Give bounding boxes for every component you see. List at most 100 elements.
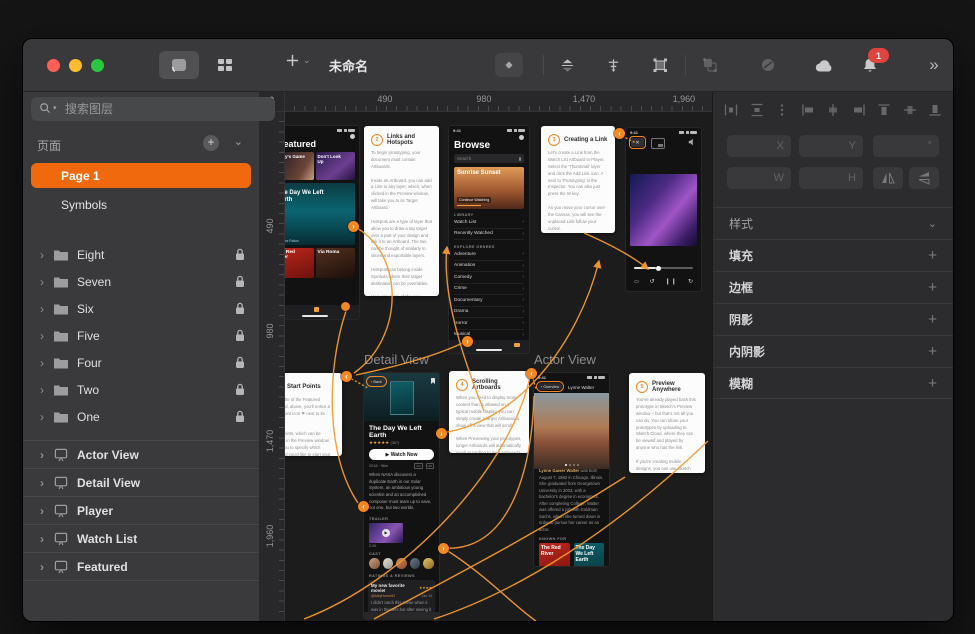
height-field[interactable]: H bbox=[799, 167, 863, 189]
disclosure-chevron-icon[interactable]: › bbox=[35, 560, 49, 574]
disclosure-chevron-icon[interactable]: › bbox=[35, 329, 49, 343]
browse-row-genre[interactable]: Horror› bbox=[454, 318, 524, 330]
browse-row-genre[interactable]: Comedy› bbox=[454, 272, 524, 284]
bookmark-icon[interactable] bbox=[431, 378, 435, 384]
card-preview-anywhere[interactable]: 5 Preview Anywhere You've already played… bbox=[629, 373, 705, 473]
scale-button[interactable] bbox=[647, 53, 673, 77]
more-options-icon[interactable] bbox=[774, 102, 790, 118]
layer-row-folder[interactable]: › Five bbox=[23, 322, 259, 349]
add-shadow-button[interactable]: + bbox=[928, 311, 937, 328]
canvas-view-toggle[interactable] bbox=[159, 51, 199, 79]
disclosure-chevron-icon[interactable]: › bbox=[35, 448, 49, 462]
card-creating-a-link[interactable]: 3 Creating a Link Let's create a Link fr… bbox=[541, 126, 615, 233]
disclosure-chevron-icon[interactable]: › bbox=[35, 248, 49, 262]
pause-icon[interactable]: ❙❙ bbox=[665, 278, 677, 285]
lock-icon[interactable] bbox=[235, 356, 245, 369]
layer-row-folder[interactable]: › Seven bbox=[23, 268, 259, 295]
layer-row-artboard-watch-list[interactable]: › Watch List bbox=[23, 524, 259, 552]
layer-row-folder[interactable]: › Eight bbox=[23, 241, 259, 268]
trailer-thumbnail[interactable]: ▶ bbox=[369, 523, 403, 543]
lock-icon[interactable] bbox=[235, 329, 245, 342]
artboard-actor-view[interactable]: 9:41 ‹ Overview Lynne Walter BIO Lynne G… bbox=[534, 373, 609, 566]
y-position-field[interactable]: Y bbox=[799, 135, 863, 157]
blur-section-header[interactable]: 模糊 + bbox=[713, 367, 953, 399]
insert-button[interactable]: ⌄ bbox=[285, 53, 311, 68]
flow-node[interactable] bbox=[358, 501, 369, 512]
rotation-field[interactable]: ° bbox=[873, 135, 939, 157]
browse-row-recently-watched[interactable]: Recently Watched› bbox=[454, 229, 524, 241]
boolean-union-button[interactable] bbox=[697, 53, 723, 77]
lock-icon[interactable] bbox=[235, 248, 245, 261]
overview-back-button[interactable]: ‹ Overview bbox=[538, 383, 562, 390]
disclosure-chevron-icon[interactable]: › bbox=[35, 356, 49, 370]
borders-section-header[interactable]: 边框 + bbox=[713, 271, 953, 303]
watch-now-button[interactable]: ▶ Watch Now bbox=[369, 449, 434, 460]
flow-node[interactable] bbox=[436, 428, 447, 439]
horizontal-ruler[interactable]: 490 980 1,470 1,960 bbox=[284, 91, 713, 112]
artboard-player[interactable]: 9:41 ✕ ▭ ↺ ❙❙ ↻ bbox=[626, 128, 701, 291]
cast-avatar[interactable] bbox=[423, 558, 434, 569]
symbol-tool-button[interactable] bbox=[495, 53, 523, 77]
cast-row[interactable] bbox=[369, 558, 434, 569]
disclosure-chevron-icon[interactable]: › bbox=[35, 476, 49, 490]
lock-icon[interactable] bbox=[235, 383, 245, 396]
flip-vertical-button[interactable] bbox=[909, 167, 939, 189]
add-fill-button[interactable]: + bbox=[928, 247, 937, 264]
browse-row-genre[interactable]: Crime› bbox=[454, 284, 524, 296]
align-top-icon[interactable] bbox=[876, 102, 892, 118]
disclosure-chevron-icon[interactable]: › bbox=[35, 302, 49, 316]
add-blur-button[interactable]: + bbox=[928, 375, 937, 392]
page-item-page1[interactable]: Page 1 bbox=[31, 163, 251, 188]
browse-row-genre[interactable]: Animation› bbox=[454, 261, 524, 273]
style-section-header[interactable]: 样式 ⌄ bbox=[713, 207, 953, 239]
cast-avatar[interactable] bbox=[369, 558, 380, 569]
flow-node-back[interactable] bbox=[341, 371, 352, 382]
layer-row-artboard-player[interactable]: › Player bbox=[23, 496, 259, 524]
lock-icon[interactable] bbox=[235, 410, 245, 423]
rewind-icon[interactable]: ↺ bbox=[649, 278, 654, 285]
align-right-icon[interactable] bbox=[851, 102, 867, 118]
vertical-ruler[interactable]: 490 980 1,470 1,960 bbox=[259, 111, 285, 621]
known-for-poster-red-river[interactable]: The Red River Thriller bbox=[539, 543, 570, 566]
flip-horizontal-button[interactable] bbox=[873, 167, 903, 189]
flow-node[interactable] bbox=[462, 336, 473, 347]
layer-row-artboard-detail-view[interactable]: › Detail View bbox=[23, 468, 259, 496]
mirror-preview-button[interactable] bbox=[755, 53, 781, 77]
card-start-points[interactable]: 1 Start Points In the title of the Featu… bbox=[284, 373, 342, 456]
browse-row-genre[interactable]: Adventure› bbox=[454, 249, 524, 261]
distribute-vertically-icon[interactable] bbox=[749, 102, 765, 118]
titlebar[interactable]: ⌄ 未命名 bbox=[23, 39, 953, 92]
add-border-button[interactable]: + bbox=[928, 279, 937, 296]
search-input[interactable] bbox=[31, 97, 275, 121]
artboard-label-actor-view[interactable]: Actor View bbox=[534, 352, 596, 367]
artboard-detail-view[interactable]: ‹ Back The Day We Left Earth ★★★★★ (367)… bbox=[364, 373, 439, 619]
poster-via-roma[interactable]: Via Roma bbox=[316, 248, 356, 278]
cast-avatar[interactable] bbox=[396, 558, 407, 569]
align-center-horizontal-icon[interactable] bbox=[825, 102, 841, 118]
align-bottom-icon[interactable] bbox=[927, 102, 943, 118]
continue-watching-button[interactable]: Continue Watching bbox=[457, 197, 491, 203]
disclosure-chevron-icon[interactable]: › bbox=[35, 532, 49, 546]
browse-row-watch-list[interactable]: Watch List› bbox=[454, 217, 524, 229]
align-middle-vertical-icon[interactable] bbox=[902, 102, 918, 118]
layer-row-artboard-featured[interactable]: › Featured bbox=[23, 552, 259, 581]
poster-dont-look-up[interactable]: Don't Look Up bbox=[316, 152, 356, 180]
profile-icon[interactable] bbox=[350, 134, 355, 139]
layer-row-folder[interactable]: › Four bbox=[23, 349, 259, 376]
notifications-button[interactable]: 1 bbox=[857, 53, 883, 77]
canvas-content[interactable]: 9:41 Featured Molly's Game Don't Look Up… bbox=[284, 111, 713, 621]
artboard-featured[interactable]: 9:41 Featured Molly's Game Don't Look Up… bbox=[284, 126, 359, 319]
shadows-section-header[interactable]: 阴影 + bbox=[713, 303, 953, 335]
player-scrubber[interactable] bbox=[634, 267, 693, 269]
close-player-button[interactable]: ✕ bbox=[631, 138, 644, 147]
browse-row-genre[interactable]: Documentary› bbox=[454, 295, 524, 307]
artboard-label-detail-view[interactable]: Detail View bbox=[364, 352, 429, 367]
flow-node-back[interactable] bbox=[614, 128, 625, 139]
profile-icon[interactable] bbox=[519, 135, 524, 140]
add-page-button[interactable]: + bbox=[203, 135, 219, 151]
layer-row-folder[interactable]: › Six bbox=[23, 295, 259, 322]
x-position-field[interactable]: X bbox=[727, 135, 791, 157]
distribute-button[interactable] bbox=[601, 53, 625, 77]
fills-section-header[interactable]: 填充 + bbox=[713, 239, 953, 271]
poster-red-river[interactable]: The Red River bbox=[284, 248, 314, 278]
